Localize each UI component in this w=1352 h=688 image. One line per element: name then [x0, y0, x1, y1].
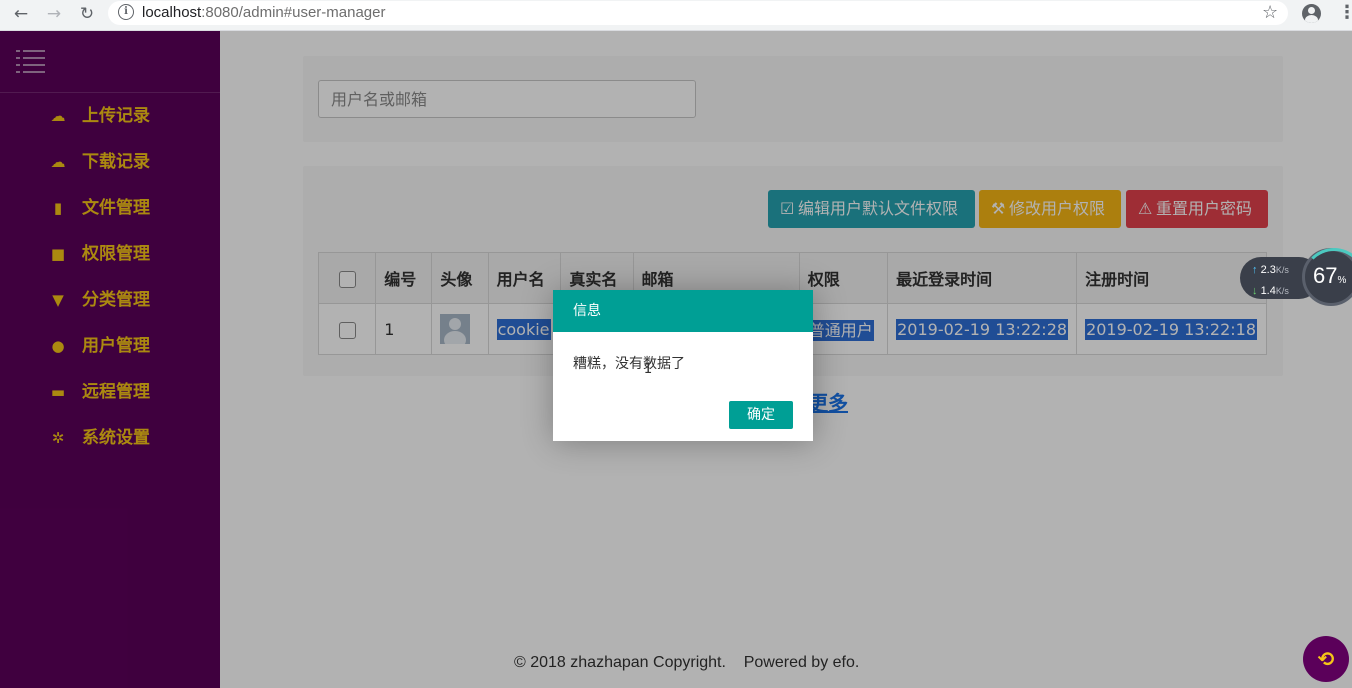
url-path: :8080/admin#user-manager: [201, 4, 386, 21]
upload-speed: ↑ 2.3K/s: [1252, 264, 1289, 276]
download-speed-unit: K/s: [1275, 286, 1289, 296]
text-cursor-icon: I: [644, 361, 653, 377]
back-arrow-icon[interactable]: ←: [9, 3, 33, 25]
account-icon[interactable]: [1302, 4, 1321, 23]
download-arrow-icon: ↓: [1252, 285, 1258, 297]
info-dialog: 信息 糟糕，没有数据了 确定: [553, 290, 813, 441]
info-icon[interactable]: i: [118, 4, 134, 20]
upload-arrow-icon: ↑: [1252, 264, 1258, 276]
more-menu-icon[interactable]: ⋮: [1338, 4, 1352, 22]
upload-speed-unit: K/s: [1275, 265, 1289, 275]
usage-percent-value: 67: [1313, 263, 1338, 288]
reload-icon[interactable]: ↻: [75, 3, 99, 25]
dialog-title: 信息: [573, 303, 601, 319]
refresh-fab-icon[interactable]: ⟲: [1303, 636, 1349, 682]
network-speed-widget[interactable]: ↑ 2.3K/s ↓ 1.4K/s 67%: [1240, 248, 1352, 306]
dialog-message: 糟糕，没有数据了: [573, 356, 685, 372]
forward-arrow-icon[interactable]: →: [42, 3, 66, 25]
download-speed: ↓ 1.4K/s: [1252, 285, 1289, 297]
download-speed-value: 1.4: [1260, 285, 1276, 297]
browser-toolbar: ← → ↻ i localhost:8080/admin#user-manage…: [0, 0, 1352, 31]
dialog-ok-button[interactable]: 确定: [729, 401, 793, 429]
url-text[interactable]: localhost:8080/admin#user-manager: [142, 4, 385, 21]
upload-speed-value: 2.3: [1260, 264, 1276, 276]
dialog-header[interactable]: 信息: [553, 290, 813, 332]
usage-percent-sign: %: [1337, 275, 1347, 286]
usage-percent: 67%: [1313, 263, 1346, 294]
usage-gauge: 67%: [1302, 248, 1352, 306]
url-host: localhost: [142, 4, 202, 21]
bookmark-star-icon[interactable]: ☆: [1262, 2, 1278, 23]
